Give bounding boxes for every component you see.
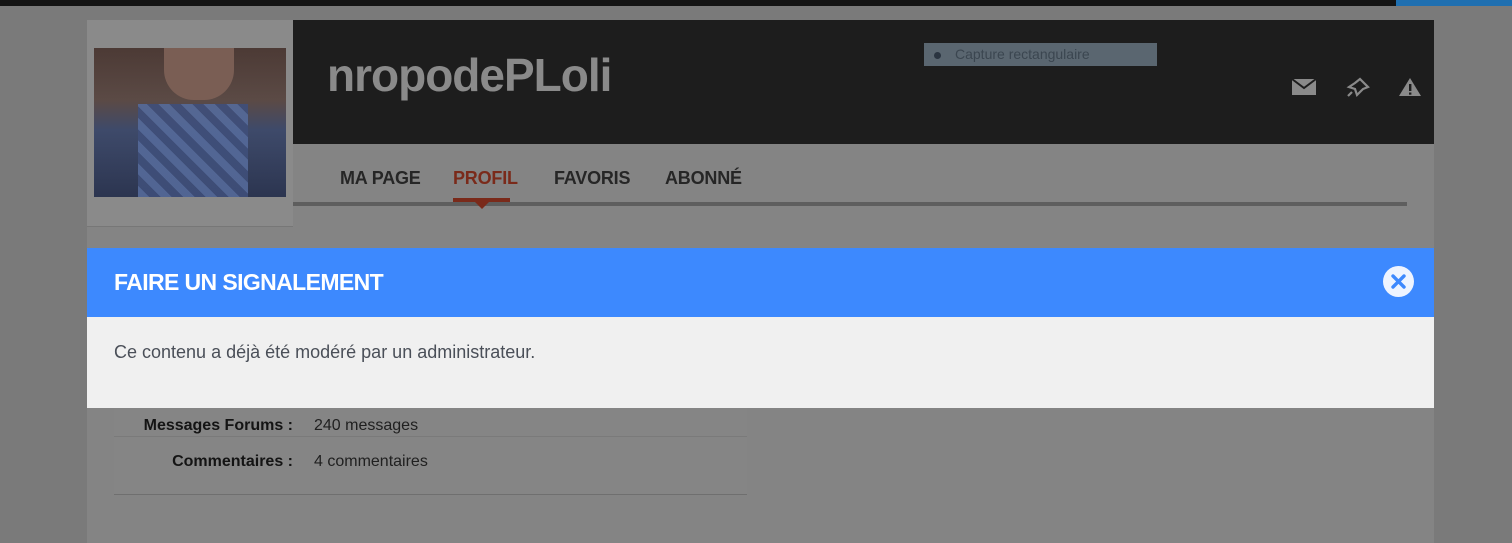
active-tab-caret-icon: [475, 202, 489, 209]
avatar[interactable]: [94, 48, 286, 197]
avatar-card: [87, 20, 293, 227]
stat-label: Messages Forums :: [143, 417, 293, 434]
stat-row-comments: Commentaires : 4 commentaires: [114, 436, 747, 472]
tab-abonne[interactable]: ABONNÉ: [665, 168, 742, 189]
capture-label: Capture rectangulaire: [955, 46, 1090, 62]
profile-header: nropodePLoli Capture rectangulaire: [293, 20, 1434, 144]
pin-icon[interactable]: [1345, 76, 1371, 98]
modal-message: Ce contenu a déjà été modéré par un admi…: [114, 342, 536, 362]
warning-icon[interactable]: [1397, 76, 1423, 98]
profile-username: nropodePLoli: [327, 49, 612, 101]
report-modal: FAIRE UN SIGNALEMENT Ce contenu a déjà é…: [87, 248, 1434, 408]
modal-header: FAIRE UN SIGNALEMENT: [87, 248, 1434, 317]
capture-overlay: Capture rectangulaire: [924, 43, 1157, 66]
stat-value: 4 commentaires: [314, 453, 428, 470]
browser-top-accent: [1396, 0, 1512, 6]
modal-title: FAIRE UN SIGNALEMENT: [114, 269, 384, 295]
close-icon[interactable]: [1383, 266, 1414, 297]
stat-value: 240 messages: [314, 417, 419, 434]
profile-tabs: MA PAGE PROFIL FAVORIS ABONNÉ: [293, 144, 1407, 209]
tab-profil[interactable]: PROFIL: [453, 168, 518, 189]
profile-stats: Messages Forums : 240 messages Commentai…: [114, 400, 747, 495]
avatar-dress: [138, 104, 248, 197]
capture-dot-icon: [934, 51, 941, 59]
browser-top-bar: [0, 0, 1512, 6]
tab-favoris[interactable]: FAVORIS: [554, 168, 630, 189]
avatar-face: [164, 48, 234, 100]
stat-label: Commentaires :: [172, 453, 293, 470]
tab-ma-page[interactable]: MA PAGE: [340, 168, 421, 189]
mail-icon[interactable]: [1291, 76, 1317, 98]
